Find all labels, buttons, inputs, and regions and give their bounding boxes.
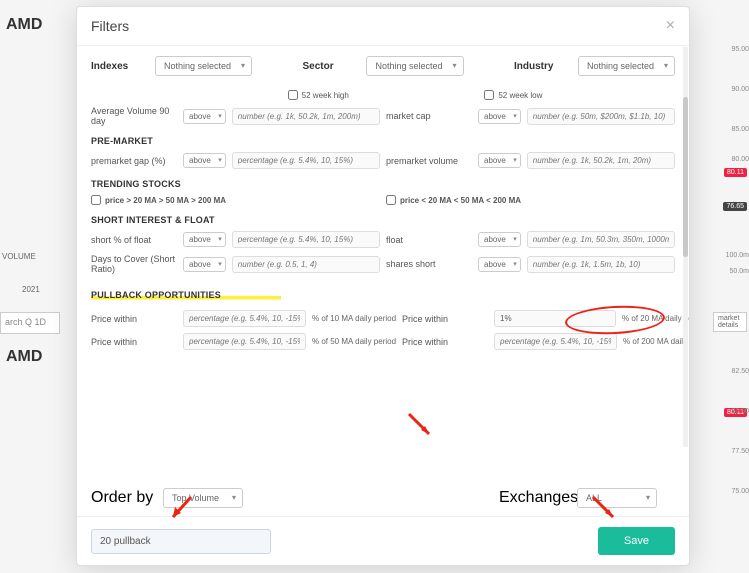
- premarket-volume-label: premarket volume: [386, 156, 472, 166]
- trending-up-checkbox[interactable]: price > 20 MA > 50 MA > 200 MA: [91, 195, 226, 205]
- orderby-row: Order by Top Volume Exchanges ALL: [77, 480, 689, 516]
- bg-axis: 50.0m: [730, 268, 749, 275]
- trending-down-checkbox[interactable]: price < 20 MA < 50 MA < 200 MA: [386, 195, 521, 205]
- short-pct-op[interactable]: above: [183, 232, 226, 247]
- price-within-10-suffix: % of 10 MA daily period: [312, 314, 396, 323]
- industry-label: Industry: [514, 61, 570, 72]
- modal-title: Filters: [91, 18, 129, 34]
- shares-short-input[interactable]: [527, 256, 675, 273]
- premarket-volume-op[interactable]: above: [478, 153, 521, 168]
- bg-axis: 85.00: [731, 126, 749, 133]
- bg-market-details: market details: [713, 312, 747, 332]
- short-pct-input[interactable]: [232, 231, 380, 248]
- bg-year: 2021: [22, 285, 40, 294]
- price-within-50-suffix: % of 50 MA daily period: [312, 337, 396, 346]
- filters-modal: Filters × Indexes Nothing selected Secto…: [76, 6, 690, 566]
- section-short-interest: SHORT INTEREST & FLOAT: [91, 215, 675, 225]
- avg-volume-label: Average Volume 90 day: [91, 106, 177, 126]
- section-trending: TRENDING STOCKS: [91, 179, 675, 189]
- bg-ticker-1: AMD: [6, 16, 42, 34]
- avg-volume-op[interactable]: above: [183, 109, 226, 124]
- industry-select[interactable]: Nothing selected: [578, 56, 675, 76]
- premarket-gap-input[interactable]: [232, 152, 380, 169]
- bg-axis: 100.0m: [726, 252, 749, 259]
- float-label: float: [386, 235, 472, 245]
- bg-axis: 82.50: [731, 368, 749, 375]
- close-icon[interactable]: ×: [666, 17, 675, 35]
- shares-short-label: shares short: [386, 259, 472, 269]
- orderby-select[interactable]: Top Volume: [163, 488, 243, 508]
- bg-price-badge-2: 76.65: [723, 202, 747, 211]
- price-within-200-label: Price within: [402, 337, 488, 347]
- exchanges-label: Exchanges: [499, 489, 569, 507]
- price-within-50-label: Price within: [91, 337, 177, 347]
- save-button[interactable]: Save: [598, 527, 675, 555]
- premarket-gap-op[interactable]: above: [183, 153, 226, 168]
- days-to-cover-input[interactable]: [232, 256, 380, 273]
- 52-week-low-checkbox[interactable]: 52 week low: [484, 90, 542, 100]
- market-cap-op[interactable]: above: [478, 109, 521, 124]
- section-pullback: PULLBACK OPPORTUNITIES: [91, 290, 281, 300]
- float-input[interactable]: [527, 231, 675, 248]
- avg-volume-input[interactable]: [232, 108, 380, 125]
- bg-axis: 80.00: [731, 408, 749, 415]
- bg-price-badge-1: 80.11: [724, 168, 747, 177]
- sector-select[interactable]: Nothing selected: [366, 56, 463, 76]
- bg-axis: 80.00: [731, 156, 749, 163]
- market-cap-input[interactable]: [527, 108, 675, 125]
- exchanges-select[interactable]: ALL: [577, 488, 657, 508]
- price-within-10-label: Price within: [91, 314, 177, 324]
- filter-name-input[interactable]: [91, 529, 271, 554]
- price-within-50-input[interactable]: [183, 333, 306, 350]
- price-within-20-input[interactable]: [494, 310, 616, 327]
- indexes-select[interactable]: Nothing selected: [155, 56, 252, 76]
- price-within-200-input[interactable]: [494, 333, 617, 350]
- days-to-cover-label: Days to Cover (Short Ratio): [91, 254, 177, 274]
- price-within-10-input[interactable]: [183, 310, 306, 327]
- sector-label: Sector: [302, 61, 358, 72]
- annotation-arrow-1: [407, 412, 437, 442]
- bg-volume-label: VOLUME: [2, 252, 36, 261]
- top-selector-row: Indexes Nothing selected Sector Nothing …: [77, 46, 689, 84]
- bg-ticker-2: AMD: [6, 348, 42, 366]
- modal-header: Filters ×: [77, 7, 689, 46]
- price-within-20-suffix: % of 20 MA daily period: [622, 314, 689, 323]
- modal-footer: Save: [77, 516, 689, 565]
- short-pct-label: short % of float: [91, 235, 177, 245]
- bg-axis: 90.00: [731, 86, 749, 93]
- bg-search: arch Q 1D: [0, 312, 60, 334]
- price-within-200-suffix: % of 200 MA daily period: [623, 337, 689, 346]
- shares-short-op[interactable]: above: [478, 257, 521, 272]
- scrollbar-thumb[interactable]: [683, 97, 688, 257]
- indexes-label: Indexes: [91, 61, 147, 72]
- modal-body[interactable]: 52 week high 52 week low Average Volume …: [77, 84, 689, 480]
- bg-axis: 77.50: [731, 448, 749, 455]
- premarket-gap-label: premarket gap (%): [91, 156, 177, 166]
- bg-axis: 95.00: [731, 46, 749, 53]
- float-op[interactable]: above: [478, 232, 521, 247]
- section-premarket: PRE-MARKET: [91, 136, 675, 146]
- 52-week-high-checkbox[interactable]: 52 week high: [288, 90, 349, 100]
- price-within-20-label: Price within: [402, 314, 488, 324]
- days-to-cover-op[interactable]: above: [183, 257, 226, 272]
- market-cap-label: market cap: [386, 111, 472, 121]
- premarket-volume-input[interactable]: [527, 152, 675, 169]
- bg-axis: 75.00: [731, 488, 749, 495]
- orderby-label: Order by: [91, 489, 155, 507]
